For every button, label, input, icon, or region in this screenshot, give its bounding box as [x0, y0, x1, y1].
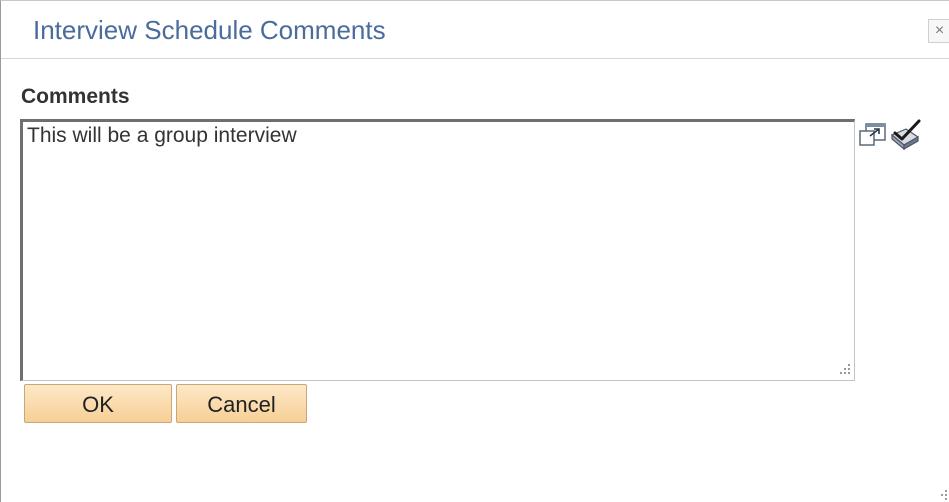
dialog-resize-grip-icon[interactable] — [935, 488, 949, 502]
comments-label: Comments — [21, 85, 130, 108]
comments-dialog: Interview Schedule Comments × Comments T… — [0, 0, 949, 502]
spell-check-icon[interactable] — [888, 119, 922, 151]
cancel-button[interactable]: Cancel — [176, 384, 307, 423]
comments-textarea[interactable]: This will be a group interview — [23, 122, 854, 380]
expand-window-icon[interactable] — [858, 121, 888, 149]
resize-grip-icon[interactable] — [836, 362, 852, 378]
close-button[interactable]: × — [928, 19, 949, 43]
dialog-title: Interview Schedule Comments — [33, 15, 386, 45]
dialog-titlebar: Interview Schedule Comments × — [1, 1, 949, 59]
textarea-tools — [858, 119, 924, 151]
comments-textarea-container: This will be a group interview — [20, 119, 855, 381]
ok-button[interactable]: OK — [24, 384, 172, 423]
close-icon: × — [934, 22, 945, 39]
